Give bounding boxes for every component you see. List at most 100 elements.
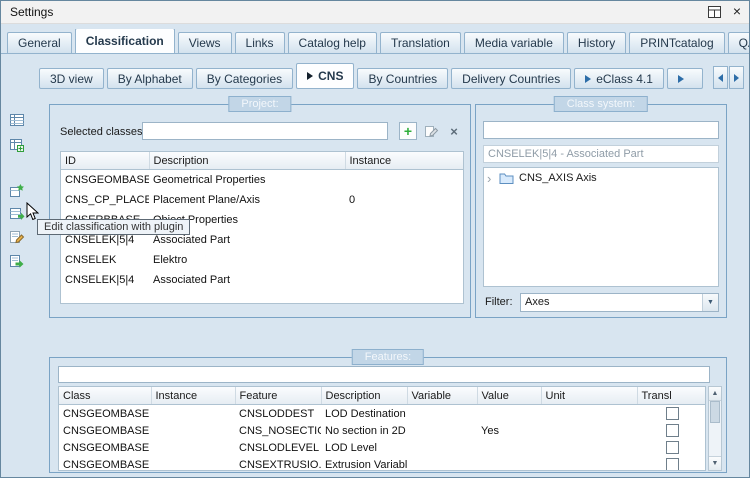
- filter-label: Filter:: [485, 296, 513, 308]
- mouse-cursor: [26, 202, 39, 221]
- cell-instance: [345, 170, 463, 191]
- transl-checkbox[interactable]: [665, 441, 679, 454]
- col-header-value: Value: [477, 387, 542, 405]
- edit-class-button[interactable]: [422, 122, 440, 140]
- table-row[interactable]: CNS_CP_PLACE... Placement Plane/Axis 0: [61, 190, 463, 210]
- subtab-eclass-41[interactable]: eClass 4.1: [574, 68, 664, 89]
- class-system-group: Class system: CNSELEK|5|4 - Associated P…: [475, 96, 727, 318]
- cell-value: [477, 456, 541, 470]
- cell-feature: CNSLODDEST: [239, 407, 315, 420]
- scroll-tabs-right-button[interactable]: [729, 66, 744, 89]
- transl-checkbox[interactable]: [665, 458, 679, 470]
- subtab-scroll-buttons: [712, 66, 744, 89]
- col-header-unit: Unit: [541, 387, 638, 405]
- selected-classes-label: Selected classes: [60, 126, 143, 138]
- cell-variable: [407, 422, 477, 439]
- tab-translation[interactable]: Translation: [379, 32, 461, 53]
- cell-class: CNSGEOMBASE: [63, 424, 150, 437]
- expander-icon[interactable]: ›: [487, 172, 499, 185]
- cell-unit: [541, 456, 637, 470]
- subtab-by-categories[interactable]: By Categories: [195, 68, 294, 89]
- add-class-button[interactable]: +: [399, 122, 417, 140]
- scroll-tabs-left-button[interactable]: [713, 66, 728, 89]
- scroll-up-button[interactable]: ▲: [709, 387, 721, 401]
- features-table: Class Instance Feature Description Varia…: [58, 386, 706, 471]
- selected-classes-input[interactable]: [142, 122, 388, 140]
- remove-class-button[interactable]: ×: [445, 122, 463, 140]
- title-bar-controls: ×: [707, 4, 741, 18]
- tab-media-variable[interactable]: Media variable: [463, 32, 564, 53]
- subtab-cns[interactable]: CNS: [296, 63, 355, 89]
- features-group: Features: Class Instance Feature Descrip…: [49, 349, 727, 473]
- subtab-by-alphabet[interactable]: By Alphabet: [106, 68, 193, 89]
- classification-table-button[interactable]: [8, 111, 26, 129]
- cell-instance: [345, 250, 463, 270]
- classification-table-add-button[interactable]: [8, 136, 26, 154]
- tab-links[interactable]: Links: [234, 32, 285, 53]
- scroll-down-button[interactable]: ▼: [709, 456, 721, 470]
- transl-checkbox[interactable]: [665, 407, 679, 420]
- tab-history[interactable]: History: [566, 32, 627, 53]
- close-icon[interactable]: ×: [733, 4, 741, 18]
- table-row[interactable]: CNSELEK|5|4 Associated Part: [61, 270, 463, 290]
- cell-unit: [541, 405, 637, 423]
- subtab-next-partial[interactable]: [666, 68, 703, 89]
- cell-instance: [151, 439, 235, 456]
- tab-qa[interactable]: QA: [727, 32, 749, 53]
- features-filter-input[interactable]: [58, 366, 710, 383]
- cell-transl: [637, 405, 705, 423]
- col-header-instance: Instance: [151, 387, 236, 405]
- window-grid-icon[interactable]: [707, 5, 721, 18]
- col-header-class: Class: [59, 387, 152, 405]
- subtab-delivery-countries[interactable]: Delivery Countries: [451, 68, 572, 89]
- edit-list-button[interactable]: [8, 228, 26, 246]
- cell-instance: [151, 456, 235, 470]
- project-table-header-row: ID Description Instance: [61, 152, 463, 170]
- subtab-3d-view[interactable]: 3D view: [39, 68, 104, 89]
- class-tree: › CNS_AXIS Axis: [483, 167, 719, 287]
- features-scrollbar[interactable]: ▲ ▼: [708, 386, 722, 471]
- x-icon: ×: [450, 123, 458, 139]
- tab-classification[interactable]: Classification: [74, 29, 175, 53]
- edit-classification-plugin-button[interactable]: [8, 204, 26, 222]
- cell-instance: [345, 270, 463, 290]
- cell-instance: [345, 210, 463, 230]
- window-title: Settings: [10, 5, 54, 19]
- tab-arrow-icon: [677, 74, 684, 83]
- project-group: Project: Selected classes + × ID Descrip…: [49, 96, 471, 318]
- transl-checkbox[interactable]: [665, 424, 679, 437]
- tab-general[interactable]: General: [7, 32, 72, 53]
- subtab-by-countries[interactable]: By Countries: [357, 68, 449, 89]
- cell-feature: CNSEXTRUSIO...: [239, 458, 321, 471]
- cell-value: [477, 439, 541, 456]
- scrollbar-thumb[interactable]: [710, 401, 720, 423]
- filter-value: Axes: [525, 296, 550, 308]
- tab-arrow-icon: [585, 74, 592, 83]
- tab-views[interactable]: Views: [177, 32, 232, 53]
- features-group-label: Features:: [351, 349, 425, 365]
- cell-description: LOD Level: [325, 441, 377, 454]
- selected-class-display: CNSELEK|5|4 - Associated Part: [483, 145, 719, 163]
- tab-arrow-icon: [307, 72, 314, 80]
- filter-combobox[interactable]: Axes ▼: [520, 293, 719, 312]
- tree-item-cns-axis[interactable]: › CNS_AXIS Axis: [484, 168, 718, 188]
- table-row[interactable]: CNSGEOMBASE CNSLODLEVEL LOD Level: [59, 439, 705, 456]
- table-row[interactable]: CNSGEOMBASE CNSEXTRUSIO... Extrusion Var…: [59, 456, 705, 471]
- col-header-instance: Instance: [345, 152, 463, 170]
- plugin-button[interactable]: [8, 182, 26, 200]
- tab-printcatalog[interactable]: PRINTcatalog: [629, 32, 725, 53]
- table-row[interactable]: CNSGEOMBASE CNSLODDEST LOD Destination: [59, 405, 705, 423]
- pencil-icon: [424, 125, 438, 137]
- class-search-input[interactable]: [483, 121, 719, 139]
- cell-class: CNSGEOMBASE: [63, 441, 150, 454]
- features-table-header-row: Class Instance Feature Description Varia…: [59, 387, 705, 405]
- dropdown-button[interactable]: ▼: [702, 294, 718, 311]
- cell-description: LOD Destination: [325, 407, 406, 420]
- table-row[interactable]: CNSELEK Elektro: [61, 250, 463, 270]
- table-row[interactable]: CNSGEOMBASE CNS_NOSECTION No section in …: [59, 422, 705, 439]
- tab-catalog-help[interactable]: Catalog help: [287, 32, 377, 53]
- export-plugin-button[interactable]: [8, 252, 26, 270]
- cell-feature: CNS_NOSECTION: [239, 424, 321, 437]
- cell-value: [477, 405, 541, 423]
- table-row[interactable]: CNSGEOMBASE Geometrical Properties: [61, 170, 463, 191]
